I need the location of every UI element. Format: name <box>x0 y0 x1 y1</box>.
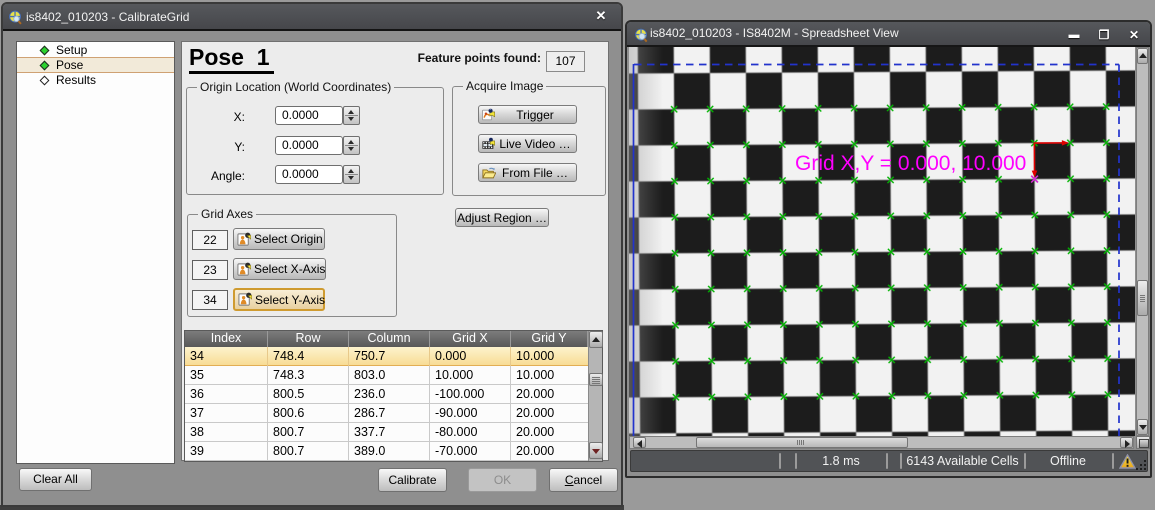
svg-text:Grid X,Y = 0.000, 10.000: Grid X,Y = 0.000, 10.000 <box>795 152 1026 175</box>
